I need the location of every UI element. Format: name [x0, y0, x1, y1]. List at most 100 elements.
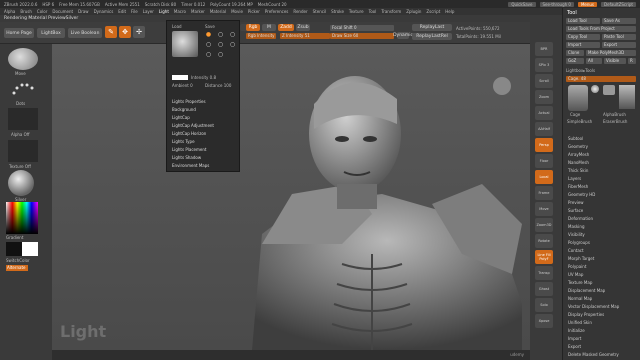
- alphabrush-thumbnail[interactable]: [603, 85, 615, 95]
- live-boolean-button[interactable]: Live Boolean: [68, 28, 102, 38]
- preview-item[interactable]: Preview: [568, 200, 584, 205]
- light-1-icon[interactable]: ●: [205, 31, 212, 39]
- export-button[interactable]: Export: [602, 42, 636, 48]
- move-view-button[interactable]: Move: [535, 202, 553, 216]
- menu-stroke[interactable]: Stroke: [331, 9, 344, 14]
- import-item[interactable]: Import: [568, 336, 581, 341]
- load-tools-from-project-button[interactable]: Load Tools From Project: [566, 26, 636, 32]
- thick-skin-item[interactable]: Thick Skin: [568, 168, 588, 173]
- unified-skin-item[interactable]: Unified Skin: [568, 320, 592, 325]
- geometry-hd-item[interactable]: Geometry HD: [568, 192, 595, 197]
- light-2-icon[interactable]: ○: [217, 31, 224, 39]
- zoom-button[interactable]: Zoom: [535, 90, 553, 104]
- layers-item[interactable]: Layers: [568, 176, 581, 181]
- lights-type-item[interactable]: Lights Type: [172, 139, 195, 144]
- background-item[interactable]: Background: [172, 107, 196, 112]
- copy-tool-button[interactable]: Copy Tool: [566, 34, 600, 40]
- color-picker[interactable]: [6, 202, 38, 234]
- displacement-map-item[interactable]: Displacement Map: [568, 288, 605, 293]
- light-color-swatch[interactable]: [172, 75, 188, 80]
- menu-edit[interactable]: Edit: [118, 9, 126, 14]
- replay-last-rel-button[interactable]: ReplayLastRel: [412, 33, 452, 40]
- save-as-button[interactable]: Save As: [602, 18, 636, 24]
- light-4-icon[interactable]: ○: [205, 41, 212, 49]
- distance-slider[interactable]: Distance 100: [205, 83, 231, 88]
- cage-slider[interactable]: Cage. 48: [566, 76, 636, 82]
- morph-target-item[interactable]: Morph Target: [568, 256, 594, 261]
- frame-button[interactable]: Frame: [535, 186, 553, 200]
- lightcap-horizon-item[interactable]: LightCap Horizon: [172, 131, 206, 136]
- zoom3d-button[interactable]: Zoom3D: [535, 218, 553, 232]
- export-item[interactable]: Export: [568, 344, 581, 349]
- menu-stencil[interactable]: Stencil: [313, 9, 327, 14]
- vector-displacement-map-item[interactable]: Vector Displacement Map: [568, 304, 619, 309]
- uv-map-item[interactable]: UV Map: [568, 272, 583, 277]
- actual-button[interactable]: Actual: [535, 106, 553, 120]
- material-thumbnail[interactable]: [8, 170, 34, 196]
- polyf-button[interactable]: Line Fill PolyF: [535, 250, 553, 264]
- menu-preferences[interactable]: Preferences: [265, 9, 289, 14]
- menu-alpha[interactable]: Alpha: [4, 9, 15, 14]
- environment-maps-item[interactable]: Environment Maps: [172, 163, 209, 168]
- surface-item[interactable]: Surface: [568, 208, 583, 213]
- menu-marker[interactable]: Marker: [191, 9, 205, 14]
- fibermesh-item[interactable]: FiberMesh: [568, 184, 588, 189]
- z-intensity-slider[interactable]: Z Intensity 51: [280, 33, 330, 39]
- brush-thumbnail[interactable]: [8, 48, 38, 70]
- solo-button[interactable]: Solo: [535, 298, 553, 312]
- see-through-slider[interactable]: See-through 0: [539, 1, 574, 7]
- script-button[interactable]: DefaultZScript: [601, 1, 636, 7]
- zadd-button[interactable]: Zadd: [278, 24, 294, 31]
- light-3-icon[interactable]: ○: [229, 31, 236, 39]
- menu-picker[interactable]: Picker: [248, 9, 260, 14]
- lightbox-button[interactable]: LightBox: [37, 28, 65, 38]
- menu-tool[interactable]: Tool: [369, 9, 377, 14]
- transp-button[interactable]: Transp: [535, 266, 553, 280]
- menu-macro[interactable]: Macro: [174, 9, 186, 14]
- menu-file[interactable]: File: [131, 9, 138, 14]
- light-7-icon[interactable]: ○: [205, 51, 212, 59]
- normal-map-item[interactable]: Normal Map: [568, 296, 592, 301]
- intensity-slider[interactable]: Intensity 0.8: [191, 75, 216, 80]
- dynamic-button[interactable]: Dynamic: [393, 32, 413, 39]
- menu-zscript[interactable]: Zscript: [426, 9, 440, 14]
- focal-shift-slider[interactable]: Focal Shift 0: [330, 25, 394, 31]
- scroll-button[interactable]: Scroll: [535, 74, 553, 88]
- r-button[interactable]: R: [628, 58, 636, 64]
- secondary-color-swatch[interactable]: [22, 242, 38, 256]
- switch-color-button[interactable]: SwitchColor: [6, 258, 30, 263]
- display-properties-item[interactable]: Display Properties: [568, 312, 604, 317]
- menu-dynamics[interactable]: Dynamics: [94, 9, 114, 14]
- delete-masked-geometry-item[interactable]: Delete Masked Geometry: [568, 352, 619, 357]
- load-button[interactable]: Load: [172, 24, 182, 29]
- viewport-canvas[interactable]: [52, 44, 530, 350]
- paste-tool-button[interactable]: Paste Tool: [602, 34, 636, 40]
- draw-icon[interactable]: ✥: [119, 26, 131, 38]
- texture-thumbnail[interactable]: [8, 140, 38, 162]
- cage-thumbnail[interactable]: [568, 85, 588, 111]
- texture-map-item[interactable]: Texture Map: [568, 280, 592, 285]
- aahalf-button[interactable]: AAHalf: [535, 122, 553, 136]
- lightcap-item[interactable]: LightCap: [172, 115, 190, 120]
- lights-properties-item[interactable]: Lights Properties: [172, 99, 206, 104]
- menu-color[interactable]: Color: [37, 9, 47, 14]
- menu-layer[interactable]: Layer: [143, 9, 154, 14]
- contact-item[interactable]: Contact: [568, 248, 584, 253]
- light-sphere-preview[interactable]: [172, 31, 198, 57]
- menu-render[interactable]: Render: [293, 9, 307, 14]
- m-button[interactable]: M: [262, 24, 276, 31]
- simplebrush-thumbnail[interactable]: [591, 85, 599, 93]
- polygroups-item[interactable]: Polygroups: [568, 240, 590, 245]
- menu-brush[interactable]: Brush: [20, 9, 32, 14]
- menu-zplugin[interactable]: Zplugin: [406, 9, 421, 14]
- import-button[interactable]: Import: [566, 42, 600, 48]
- light-6-icon[interactable]: ○: [229, 41, 236, 49]
- visible-button[interactable]: Visible: [604, 58, 626, 64]
- visibility-item[interactable]: Visibility: [568, 232, 585, 237]
- save-button[interactable]: Save: [205, 24, 215, 29]
- deformation-item[interactable]: Deformation: [568, 216, 593, 221]
- menu-help[interactable]: Help: [445, 9, 454, 14]
- lightcap-adjustment-item[interactable]: LightCap Adjustment: [172, 123, 214, 128]
- zsub-button[interactable]: Zsub: [296, 24, 310, 31]
- rgb-intensity-slider[interactable]: Rgb Intensity: [246, 33, 276, 39]
